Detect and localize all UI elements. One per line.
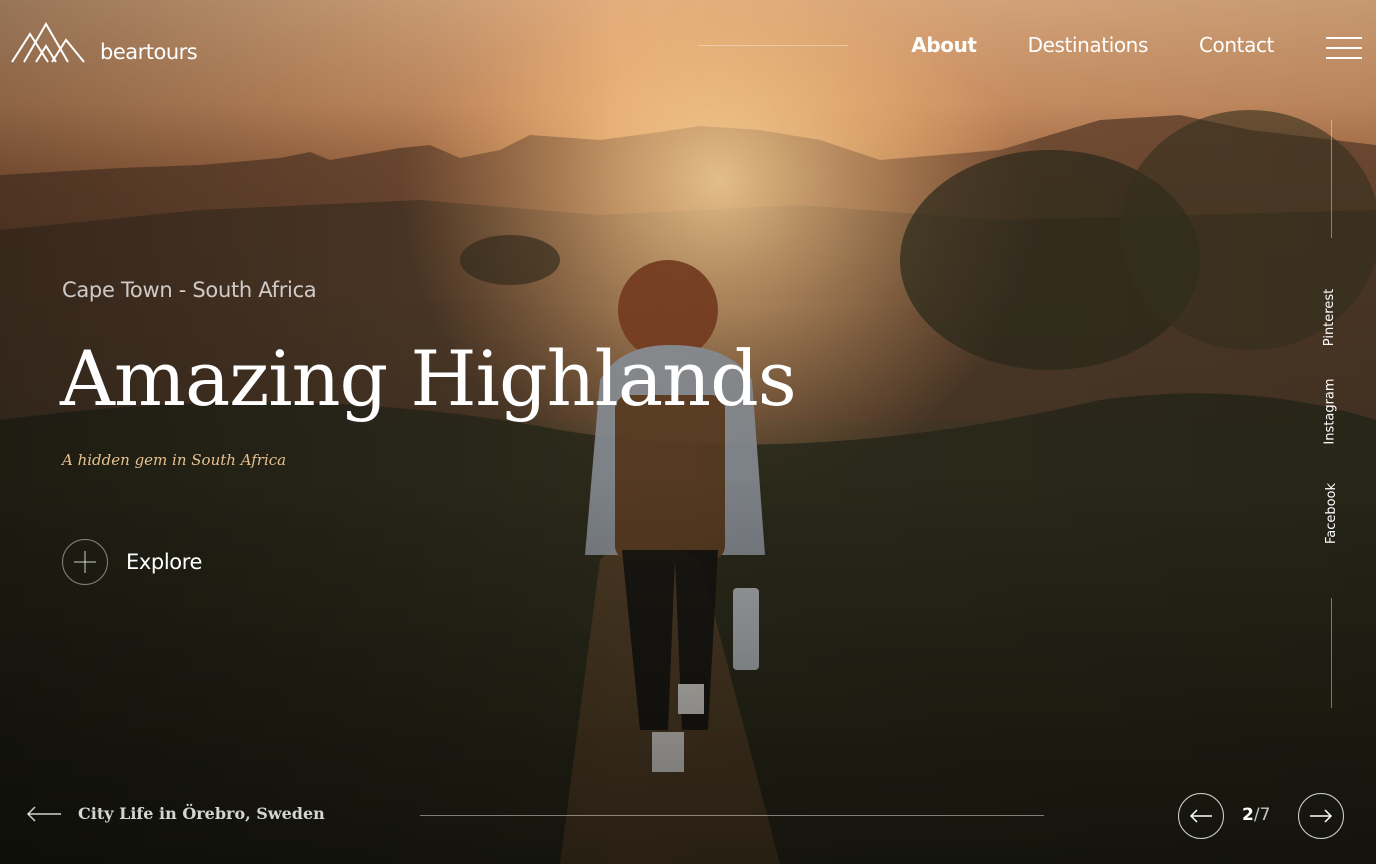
menu-line <box>1326 37 1362 39</box>
hamburger-menu-icon[interactable] <box>1326 37 1362 59</box>
brand-name: beartours <box>100 40 198 64</box>
arrow-left-icon <box>26 805 61 822</box>
menu-line <box>1326 47 1362 49</box>
slide-counter-current: 2 <box>1242 805 1254 825</box>
arrow-left-icon <box>1189 809 1212 823</box>
slider-prev-button[interactable] <box>1178 793 1224 839</box>
mountains-logo-icon <box>11 22 85 63</box>
nav-item-destinations[interactable]: Destinations <box>1028 33 1149 57</box>
explore-button[interactable]: Explore <box>62 539 202 585</box>
plus-icon <box>62 539 108 585</box>
previous-slide-link[interactable]: City Life in Örebro, Sweden <box>26 804 325 823</box>
previous-slide-label: City Life in Örebro, Sweden <box>78 804 325 823</box>
header-divider <box>698 45 848 46</box>
social-divider-bottom <box>1331 598 1332 708</box>
nav-item-contact[interactable]: Contact <box>1199 33 1274 57</box>
hero-title: Amazing Highlands <box>60 334 797 423</box>
overlay-vignette <box>0 0 1376 864</box>
menu-line <box>1326 57 1362 59</box>
hero-subtitle: A hidden gem in South Africa <box>62 451 287 469</box>
hero-location: Cape Town - South Africa <box>62 278 317 302</box>
slide-counter-total: 7 <box>1259 805 1271 825</box>
social-link-pinterest[interactable]: Pinterest <box>1322 289 1337 346</box>
hero-slide: beartours About Destinations Contact Cap… <box>0 0 1376 864</box>
arrow-right-icon <box>1310 809 1333 823</box>
slider-next-button[interactable] <box>1298 793 1344 839</box>
slider-progress-track <box>420 815 1044 816</box>
explore-label: Explore <box>126 550 203 574</box>
social-link-instagram[interactable]: Instagram <box>1322 378 1337 444</box>
social-link-facebook[interactable]: Facebook <box>1324 483 1339 544</box>
social-divider-top <box>1331 120 1332 238</box>
slide-counter: 2/7 <box>1242 805 1270 825</box>
nav-item-about[interactable]: About <box>911 33 977 57</box>
brand-logo[interactable]: beartours <box>10 22 198 64</box>
main-nav: About Destinations Contact <box>911 33 1274 57</box>
